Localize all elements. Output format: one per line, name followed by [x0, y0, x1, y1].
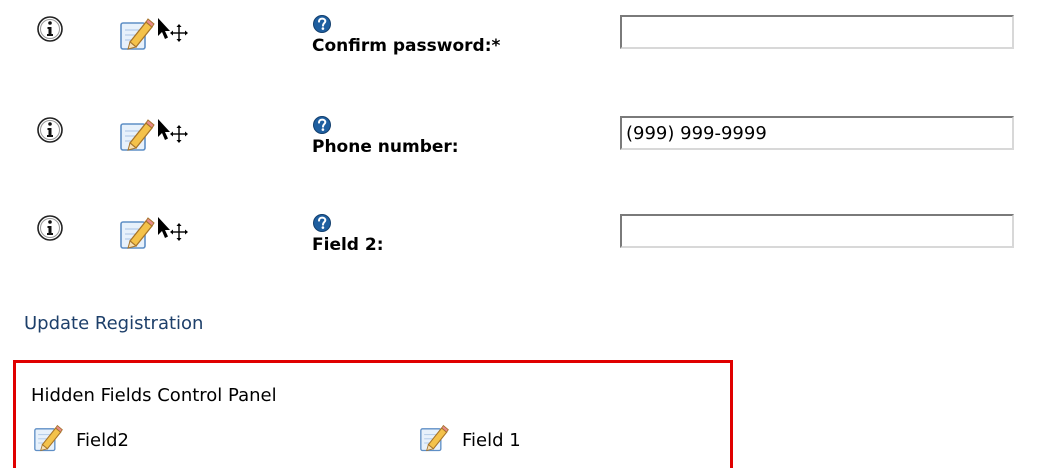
form-row-phone-number: Phone number:	[0, 115, 1039, 185]
edit-icon[interactable]	[32, 423, 66, 453]
edit-icon[interactable]	[418, 423, 452, 453]
field-2-input[interactable]	[620, 214, 1014, 248]
hidden-field-label[interactable]: Field 1	[462, 430, 521, 451]
move-icon[interactable]	[155, 215, 189, 245]
phone-number-label: Phone number:	[312, 137, 459, 157]
help-icon[interactable]	[312, 213, 332, 233]
panel-title: Hidden Fields Control Panel	[31, 385, 277, 406]
update-registration-link[interactable]: Update Registration	[24, 313, 203, 334]
help-icon[interactable]	[312, 14, 332, 34]
form-row-confirm-password: Confirm password:*	[0, 14, 1039, 84]
move-icon[interactable]	[155, 117, 189, 147]
move-icon[interactable]	[155, 16, 189, 46]
info-icon[interactable]	[35, 213, 65, 243]
help-icon[interactable]	[312, 115, 332, 135]
info-icon[interactable]	[35, 14, 65, 44]
info-icon[interactable]	[35, 115, 65, 145]
phone-number-input[interactable]	[620, 116, 1014, 150]
confirm-password-label: Confirm password:*	[312, 36, 501, 56]
edit-icon[interactable]	[118, 215, 158, 251]
form-row-field-2: Field 2:	[0, 213, 1039, 283]
field-2-label: Field 2:	[312, 235, 384, 255]
confirm-password-input[interactable]	[620, 15, 1014, 49]
hidden-field-label[interactable]: Field2	[76, 430, 129, 451]
edit-icon[interactable]	[118, 16, 158, 52]
edit-icon[interactable]	[118, 117, 158, 153]
hidden-fields-control-panel: Hidden Fields Control Panel Field2 Field…	[13, 360, 733, 468]
